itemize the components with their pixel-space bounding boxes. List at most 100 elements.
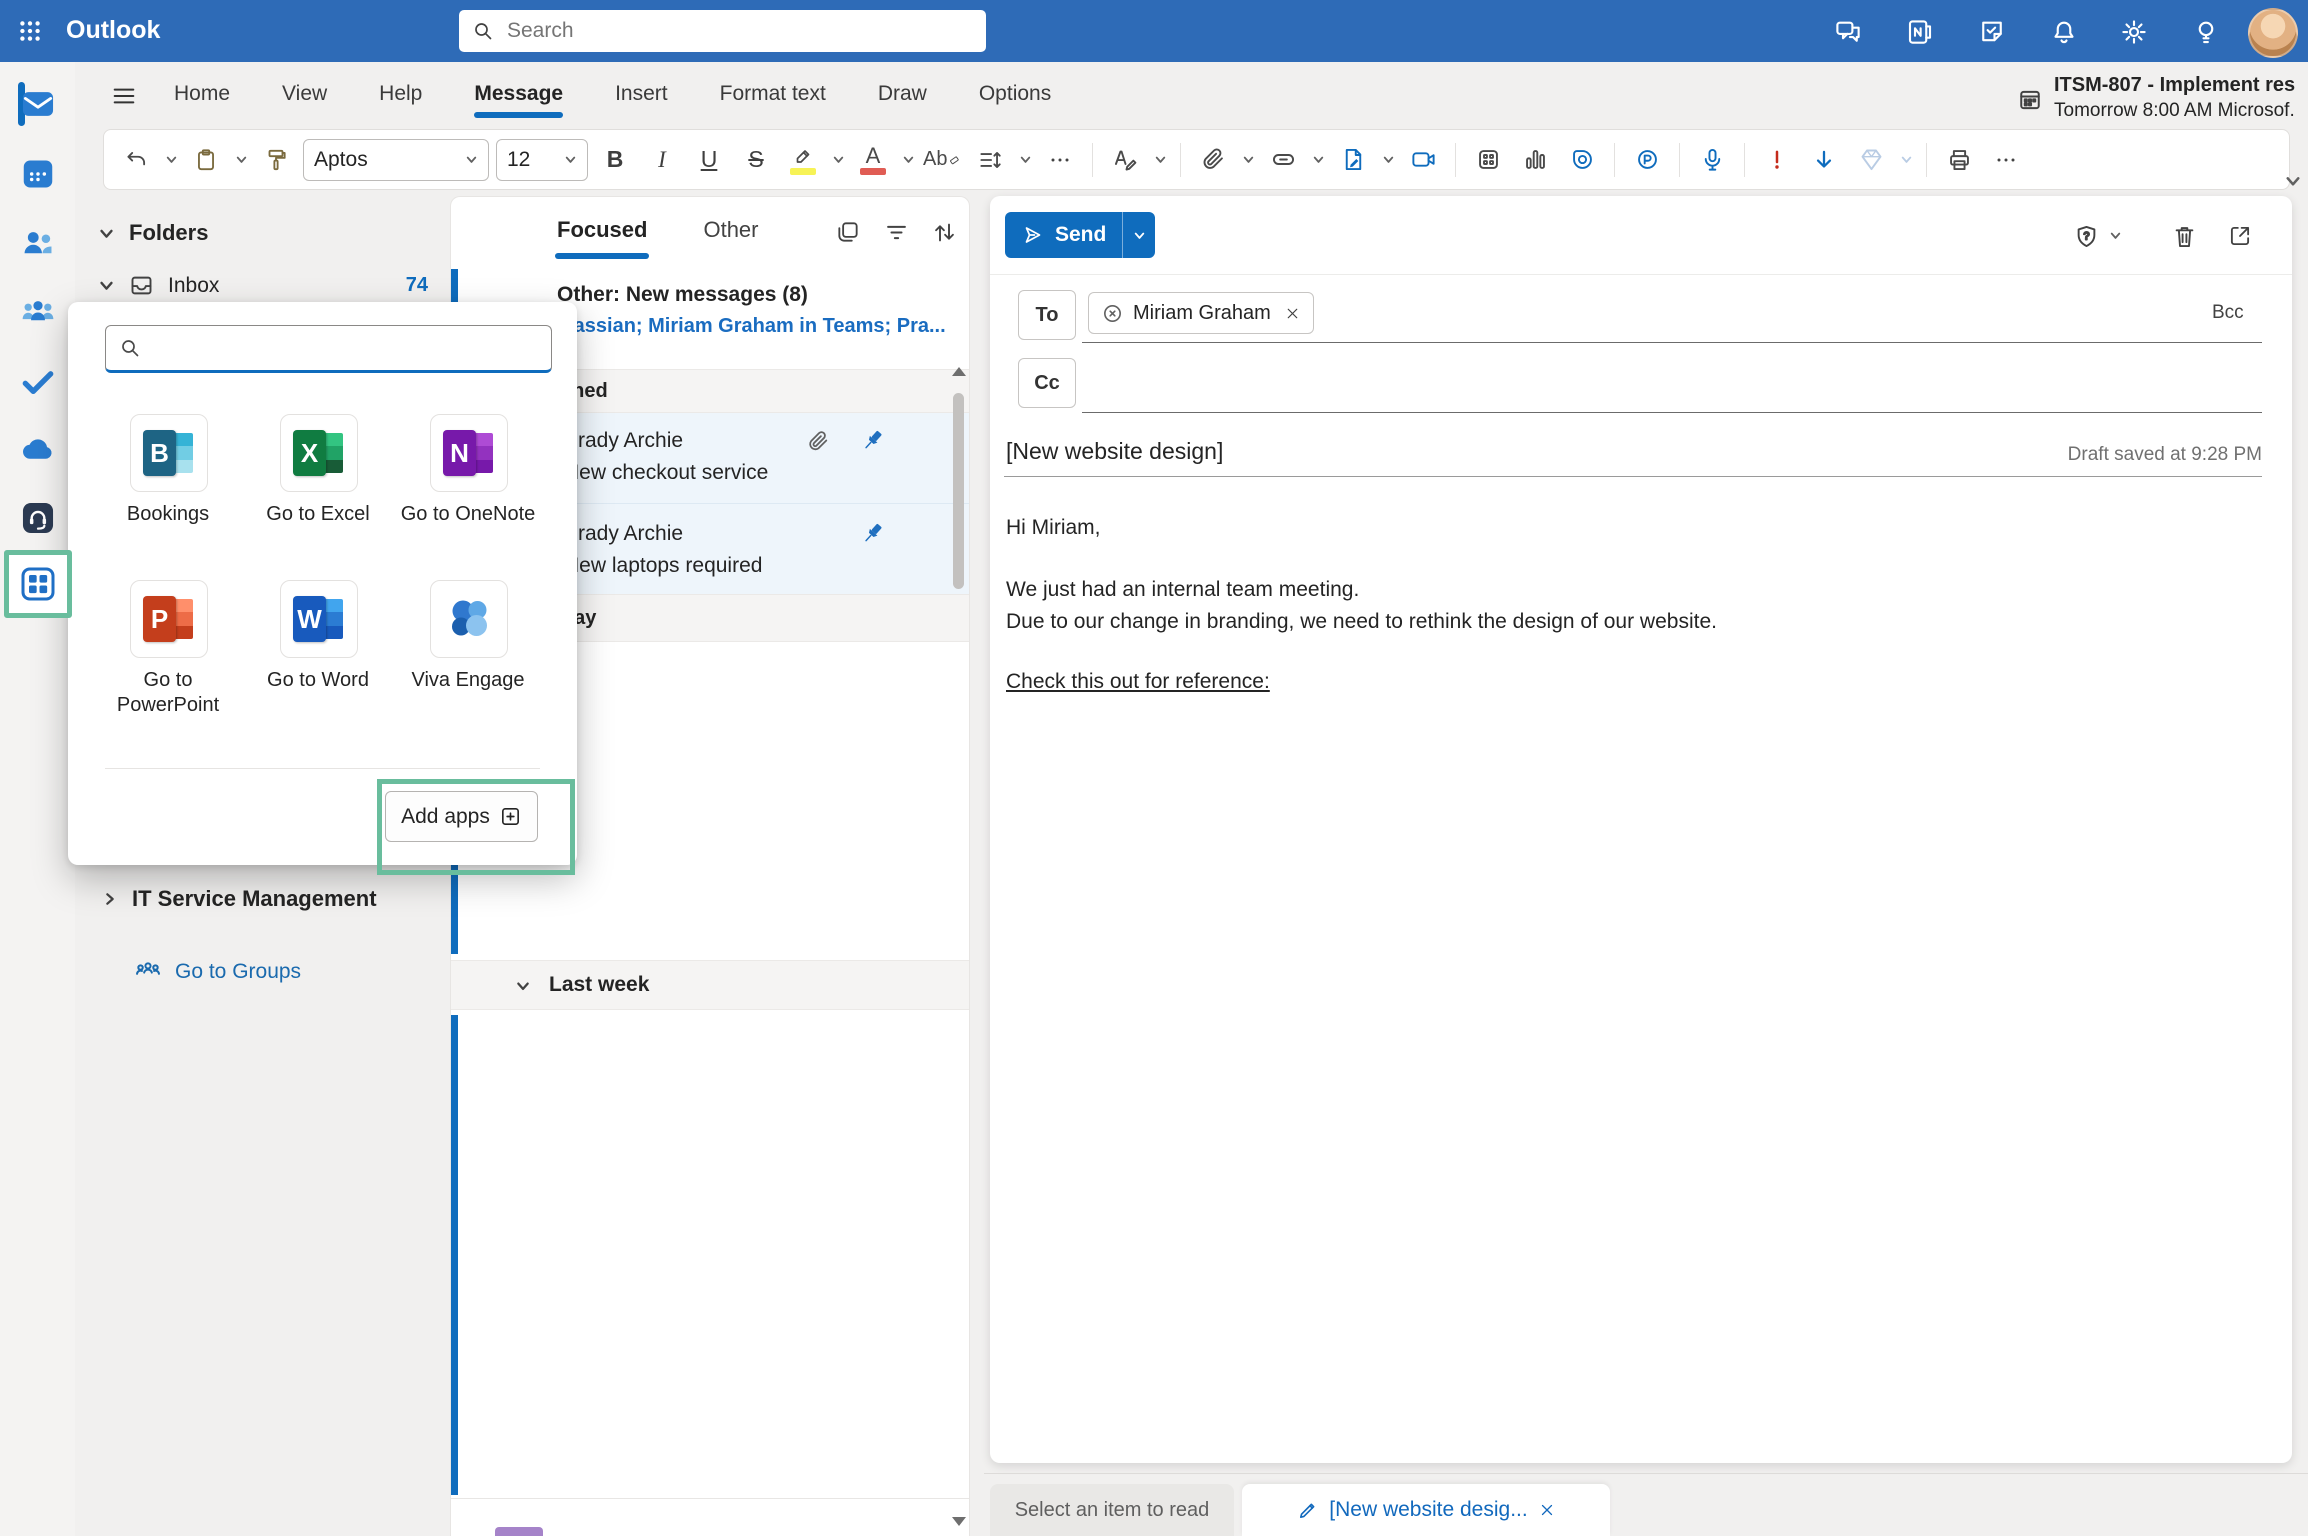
go-to-groups-link[interactable]: Go to Groups bbox=[134, 958, 301, 986]
folder-inbox[interactable]: Inbox 74 bbox=[98, 272, 428, 299]
pin-icon[interactable] bbox=[859, 520, 886, 547]
attach-file-icon[interactable] bbox=[1193, 140, 1233, 180]
body-paragraph[interactable]: Due to our change in branding, we need t… bbox=[1006, 610, 1717, 634]
tab-focused[interactable]: Focused bbox=[557, 217, 647, 243]
send-options-chevron-icon[interactable] bbox=[1122, 212, 1155, 258]
body-greeting[interactable]: Hi Miriam, bbox=[1006, 516, 1101, 540]
other-banner-senders[interactable]: Atlassian; Miriam Graham in Teams; Pra..… bbox=[547, 315, 967, 338]
copilot-icon[interactable] bbox=[1627, 140, 1667, 180]
font-color-dropdown-chevron-icon[interactable] bbox=[900, 140, 916, 180]
rail-calendar-icon[interactable] bbox=[16, 152, 60, 196]
body-reference-line[interactable]: Check this out for reference: bbox=[1006, 670, 1270, 694]
rail-todo-icon[interactable] bbox=[16, 359, 60, 403]
scrollbar-down-arrow[interactable] bbox=[952, 1517, 966, 1526]
encryption-shield-icon[interactable]: ? bbox=[2068, 218, 2104, 254]
settings-gear-icon[interactable] bbox=[2116, 14, 2152, 50]
tab-insert[interactable]: Insert bbox=[613, 78, 670, 110]
tab-view[interactable]: View bbox=[280, 78, 329, 110]
folders-collapse-chevron-icon[interactable] bbox=[98, 225, 115, 242]
filter-icon[interactable] bbox=[877, 213, 915, 251]
signature-dropdown-chevron-icon[interactable] bbox=[1152, 140, 1168, 180]
section-last-week[interactable]: Last week bbox=[451, 960, 969, 1010]
underline-icon[interactable]: U bbox=[689, 140, 729, 180]
tab-help[interactable]: Help bbox=[377, 78, 424, 110]
other-banner-title[interactable]: Other: New messages (8) bbox=[557, 283, 808, 307]
scrollbar-up-arrow[interactable] bbox=[952, 367, 966, 376]
print-icon[interactable] bbox=[1939, 140, 1979, 180]
bcc-toggle[interactable]: Bcc bbox=[2212, 302, 2244, 324]
tab-format-text[interactable]: Format text bbox=[718, 78, 828, 110]
body-paragraph[interactable]: We just had an internal team meeting. bbox=[1006, 578, 1359, 602]
rail-people-icon[interactable] bbox=[16, 221, 60, 265]
sensitivity-dropdown-chevron-icon[interactable] bbox=[1898, 140, 1914, 180]
rail-onedrive-icon[interactable] bbox=[16, 428, 60, 472]
font-color-icon[interactable]: A bbox=[853, 140, 893, 180]
to-button[interactable]: To bbox=[1018, 290, 1076, 340]
scrollbar-thumb[interactable] bbox=[953, 393, 964, 589]
attach-dropdown-chevron-icon[interactable] bbox=[1240, 140, 1256, 180]
high-importance-icon[interactable] bbox=[1757, 140, 1797, 180]
teams-chat-icon[interactable] bbox=[1830, 14, 1866, 50]
undo-icon[interactable] bbox=[116, 140, 156, 180]
font-family-select[interactable]: Aptos bbox=[303, 139, 489, 181]
font-size-select[interactable]: 12 bbox=[496, 139, 588, 181]
paste-icon[interactable] bbox=[186, 140, 226, 180]
recipient-chip[interactable]: Miriam Graham bbox=[1088, 292, 1314, 334]
sort-icon[interactable] bbox=[925, 213, 963, 251]
close-draft-tab-icon[interactable] bbox=[1538, 1501, 1556, 1519]
reading-pane-tab[interactable]: Select an item to read bbox=[990, 1484, 1234, 1536]
rail-apps-icon[interactable] bbox=[4, 550, 72, 618]
folder-it-service-management[interactable]: IT Service Management bbox=[102, 886, 377, 912]
meeting-peek[interactable]: ITSM-807 - Implement resp... Tomorrow 8:… bbox=[2054, 74, 2296, 122]
notes-icon[interactable] bbox=[1974, 14, 2010, 50]
select-messages-icon[interactable] bbox=[829, 213, 867, 251]
tab-draw[interactable]: Draw bbox=[876, 78, 929, 110]
strikethrough-icon[interactable]: S bbox=[736, 140, 776, 180]
dictate-microphone-icon[interactable] bbox=[1692, 140, 1732, 180]
signature-icon[interactable] bbox=[1105, 140, 1145, 180]
paste-dropdown-chevron-icon[interactable] bbox=[233, 140, 249, 180]
editor-document-icon[interactable] bbox=[1333, 140, 1373, 180]
link-dropdown-chevron-icon[interactable] bbox=[1310, 140, 1326, 180]
onenote-feed-icon[interactable] bbox=[1902, 14, 1938, 50]
app-launcher-waffle-icon[interactable] bbox=[10, 11, 50, 51]
rail-groups-icon[interactable] bbox=[16, 290, 60, 334]
user-avatar[interactable] bbox=[2248, 8, 2298, 58]
low-importance-icon[interactable] bbox=[1804, 140, 1844, 180]
app-tile-viva-engage[interactable] bbox=[430, 580, 508, 658]
remove-recipient-icon[interactable] bbox=[1284, 305, 1301, 322]
send-button[interactable]: Send bbox=[1005, 212, 1155, 258]
video-clip-icon[interactable] bbox=[1403, 140, 1443, 180]
notifications-bell-icon[interactable] bbox=[2046, 14, 2082, 50]
loop-component-icon[interactable] bbox=[1562, 140, 1602, 180]
collapse-ribbon-chevron-icon[interactable] bbox=[2280, 168, 2306, 194]
clear-formatting-icon[interactable]: Ab bbox=[923, 140, 963, 180]
app-tile-word[interactable]: W bbox=[280, 580, 358, 658]
more-formatting-icon[interactable] bbox=[1040, 140, 1080, 180]
search-bar[interactable] bbox=[459, 10, 986, 52]
apps-grid-icon[interactable] bbox=[1468, 140, 1508, 180]
app-tile-onenote[interactable]: N bbox=[430, 414, 508, 492]
rail-mail-icon[interactable] bbox=[16, 82, 60, 126]
hamburger-menu-icon[interactable] bbox=[103, 78, 145, 114]
sensitivity-icon[interactable] bbox=[1851, 140, 1891, 180]
highlight-color-icon[interactable] bbox=[783, 140, 823, 180]
subject-field[interactable]: [New website design] bbox=[1006, 438, 1223, 465]
inbox-expand-chevron-icon[interactable] bbox=[98, 277, 115, 294]
tab-message[interactable]: Message bbox=[472, 78, 565, 110]
poll-chart-icon[interactable] bbox=[1515, 140, 1555, 180]
tips-lightbulb-icon[interactable] bbox=[2188, 14, 2224, 50]
app-tile-bookings[interactable]: B bbox=[130, 414, 208, 492]
popout-window-icon[interactable] bbox=[2222, 218, 2258, 254]
cc-button[interactable]: Cc bbox=[1018, 358, 1076, 408]
ribbon-overflow-icon[interactable] bbox=[1986, 140, 2026, 180]
discard-trash-icon[interactable] bbox=[2166, 218, 2202, 254]
app-tile-excel[interactable]: X bbox=[280, 414, 358, 492]
draft-tab[interactable]: [New website desig... bbox=[1242, 1484, 1610, 1536]
italic-icon[interactable]: I bbox=[642, 140, 682, 180]
tab-options[interactable]: Options bbox=[977, 78, 1053, 110]
highlight-dropdown-chevron-icon[interactable] bbox=[830, 140, 846, 180]
line-spacing-icon[interactable] bbox=[970, 140, 1010, 180]
add-apps-button[interactable]: Add apps bbox=[385, 791, 538, 842]
app-tile-powerpoint[interactable]: P bbox=[130, 580, 208, 658]
